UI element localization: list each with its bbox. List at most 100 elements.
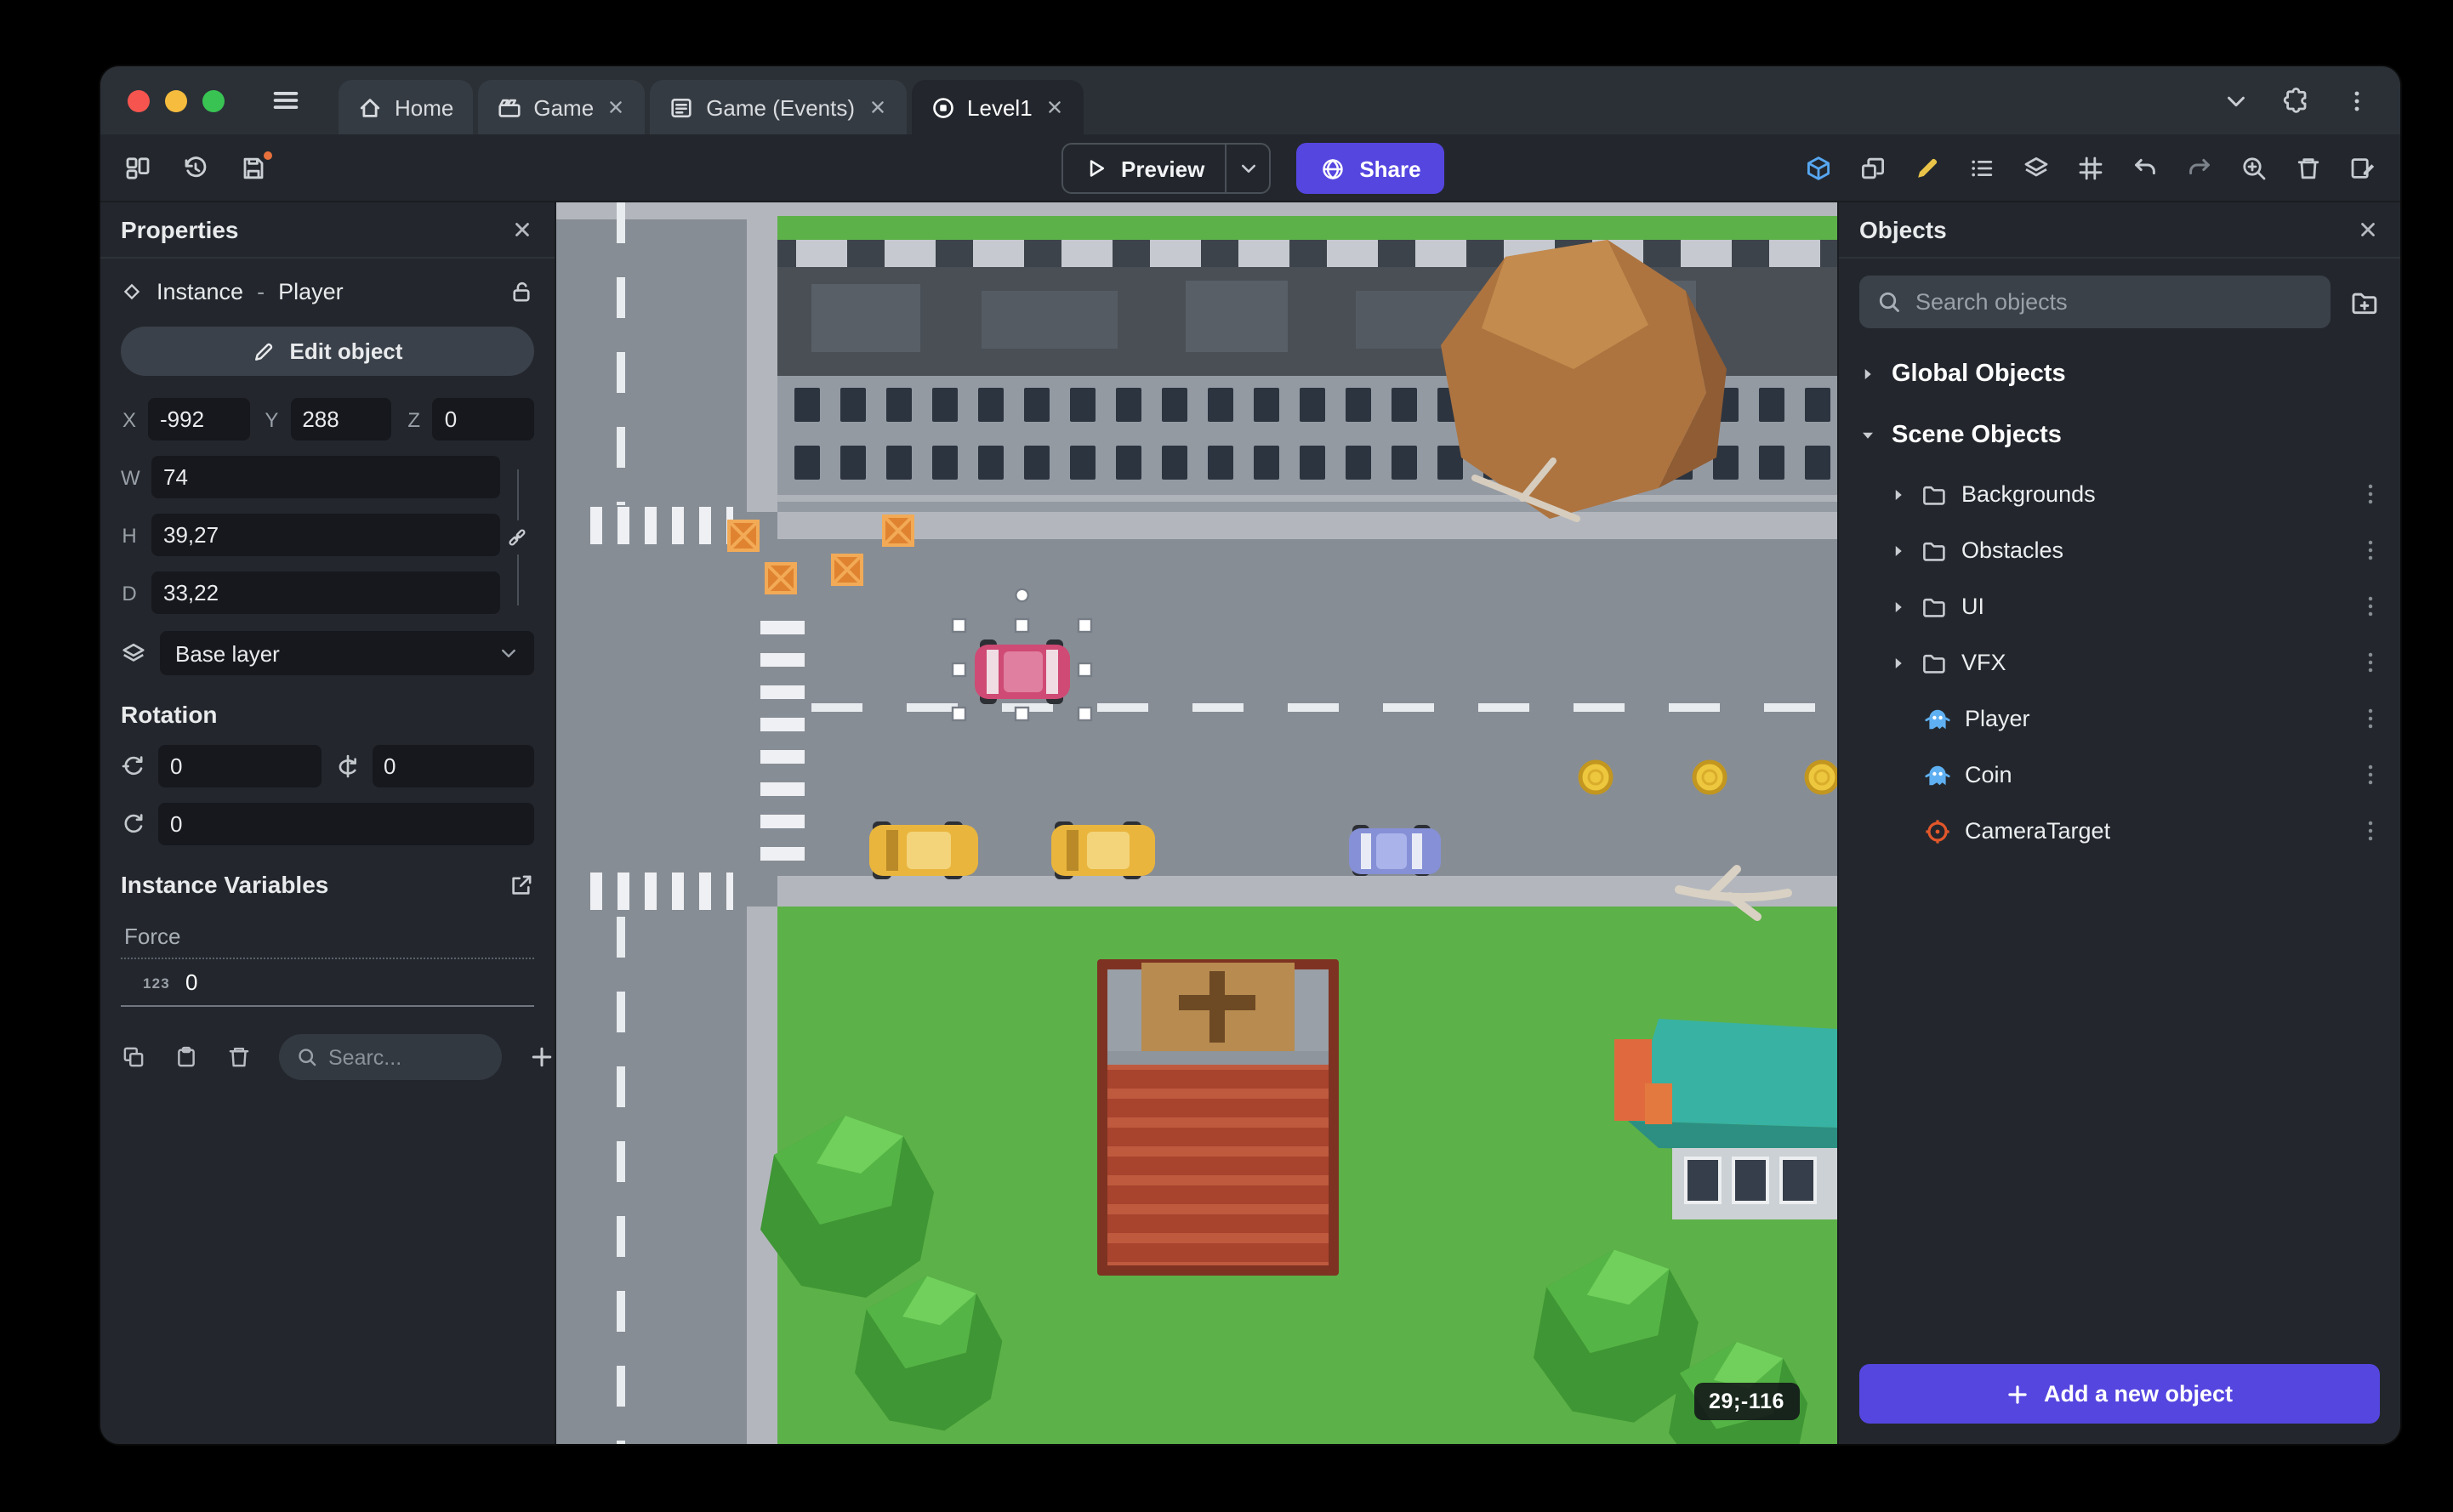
layers-icon[interactable] (2023, 154, 2050, 181)
z-input[interactable] (432, 398, 535, 441)
y-input[interactable] (290, 398, 392, 441)
variable-value-input[interactable] (185, 969, 534, 995)
y-label: Y (265, 407, 279, 431)
instance-diamond-icon (123, 282, 140, 299)
zoom-in-icon[interactable] (2240, 154, 2268, 181)
row-menu-kebab-icon[interactable] (2358, 706, 2383, 731)
instance-kind-label: Instance (157, 278, 244, 304)
rotation-y-input[interactable] (372, 745, 534, 787)
window-menu-chevron-icon[interactable] (2223, 88, 2249, 113)
width-input[interactable] (151, 456, 500, 498)
variables-toolbar (121, 1034, 552, 1080)
depth-input[interactable] (151, 571, 500, 614)
row-menu-kebab-icon[interactable] (2358, 762, 2383, 787)
objects-header: Objects (1839, 202, 2400, 259)
row-menu-kebab-icon[interactable] (2358, 481, 2383, 507)
scene-canvas[interactable]: 29;-116 (556, 202, 1837, 1444)
add-variable-icon[interactable] (529, 1044, 555, 1070)
group-scene-objects[interactable]: Scene Objects (1839, 405, 2400, 466)
row-menu-kebab-icon[interactable] (2358, 650, 2383, 675)
delete-variable-trash-icon[interactable] (226, 1044, 252, 1070)
main-menu-icon[interactable] (270, 85, 301, 116)
add-folder-icon[interactable] (2349, 287, 2380, 317)
group-global-objects[interactable]: Global Objects (1839, 344, 2400, 405)
tab-level1[interactable]: Level1 (911, 80, 1084, 134)
tab-game[interactable]: Game (477, 80, 646, 134)
object-label: Player (1965, 706, 2030, 731)
rotation-x-input[interactable] (158, 745, 321, 787)
save-icon[interactable] (240, 149, 274, 181)
window-controls (128, 89, 225, 111)
x-label: X (122, 407, 136, 431)
instances-icon[interactable] (1859, 154, 1887, 181)
unlock-icon[interactable] (509, 278, 534, 304)
minimize-window-button[interactable] (165, 89, 187, 111)
object-cameratarget[interactable]: CameraTarget (1839, 803, 2400, 859)
yellow-car-2 (1051, 821, 1155, 879)
tab-label: Game (533, 94, 595, 120)
edit-object-button[interactable]: Edit object (121, 327, 534, 376)
folder-vfx[interactable]: VFX (1839, 634, 2400, 691)
layer-select[interactable]: Base layer (160, 631, 534, 675)
redo-icon[interactable] (2186, 154, 2213, 181)
preview-options-chevron[interactable] (1225, 145, 1269, 192)
height-input[interactable] (151, 514, 500, 556)
instance-separator: - (257, 278, 265, 304)
objects-search-input[interactable] (1915, 289, 2314, 315)
link-dimensions-icon[interactable] (505, 526, 529, 549)
object-coin[interactable]: Coin (1839, 747, 2400, 803)
row-menu-kebab-icon[interactable] (2358, 594, 2383, 619)
caret-right-icon (1859, 366, 1876, 383)
objects-panel: Objects Search objects Global Objects Sc… (1837, 202, 2400, 1444)
rotation-z-input[interactable] (158, 803, 534, 845)
rotation-row-2 (121, 803, 534, 845)
object-player[interactable]: Player (1839, 691, 2400, 747)
folder-ui[interactable]: UI (1839, 578, 2400, 634)
grid-icon[interactable] (2077, 154, 2104, 181)
tab-close-icon[interactable] (606, 97, 626, 117)
close-window-button[interactable] (128, 89, 150, 111)
close-properties-icon[interactable] (510, 218, 534, 242)
folder-obstacles[interactable]: Obstacles (1839, 522, 2400, 578)
objects-search[interactable] (1859, 276, 2331, 328)
share-button[interactable]: Share (1296, 143, 1445, 194)
tab-home[interactable]: Home (339, 80, 473, 134)
delete-trash-icon[interactable] (2295, 154, 2322, 181)
zoom-window-button[interactable] (202, 89, 225, 111)
main-content: Properties Instance - Player Edit object… (100, 202, 2400, 1444)
undo-icon[interactable] (2131, 154, 2159, 181)
history-icon[interactable] (182, 154, 209, 181)
folder-backgrounds[interactable]: Backgrounds (1839, 466, 2400, 522)
rotate-z-icon (124, 814, 143, 833)
folder-icon (1923, 597, 1945, 617)
scene-properties-icon[interactable] (2349, 154, 2376, 181)
panels-layout-icon[interactable] (124, 154, 151, 181)
tab-game-events[interactable]: Game (Events) (650, 80, 907, 134)
variables-search[interactable] (279, 1034, 502, 1080)
edit-tool-pencil-icon[interactable] (1914, 154, 1941, 181)
position-row: X Y Z (121, 398, 535, 441)
variables-search-input[interactable] (328, 1045, 485, 1069)
objects-title: Objects (1859, 216, 1947, 243)
row-menu-kebab-icon[interactable] (2358, 818, 2383, 844)
caret-right-icon (1890, 598, 1907, 615)
copy-icon[interactable] (121, 1044, 146, 1070)
tab-close-icon[interactable] (1044, 97, 1065, 117)
scene-art (556, 202, 1837, 1444)
row-menu-kebab-icon[interactable] (2358, 537, 2383, 563)
unsaved-changes-dot (262, 149, 274, 161)
preview-button[interactable]: Preview (1063, 145, 1225, 192)
more-options-kebab-icon[interactable] (2344, 88, 2370, 113)
view-3d-icon[interactable] (1805, 154, 1832, 181)
tab-close-icon[interactable] (867, 97, 887, 117)
instance-list-icon[interactable] (1968, 154, 1995, 181)
add-new-object-button[interactable]: Add a new object (1859, 1364, 2380, 1424)
paste-icon[interactable] (174, 1044, 199, 1070)
extensions-icon[interactable] (2283, 87, 2310, 114)
x-input[interactable] (148, 398, 250, 441)
variable-name-row[interactable]: Force (121, 915, 534, 959)
sprite-icon (1925, 765, 1950, 785)
close-objects-icon[interactable] (2356, 218, 2380, 242)
open-variables-external-icon[interactable] (509, 872, 534, 897)
chevron-down-icon (498, 643, 519, 663)
